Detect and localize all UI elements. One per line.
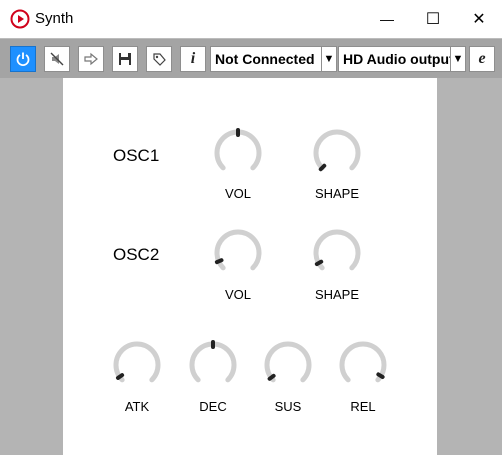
- osc2-shape-label: SHAPE: [314, 287, 360, 302]
- left-margin: [0, 78, 63, 455]
- midi-device-dropdown[interactable]: ▼: [321, 46, 337, 72]
- release-label: REL: [350, 399, 376, 414]
- knob-pointer: [318, 163, 327, 172]
- knob-pointer: [115, 373, 125, 380]
- release-knob[interactable]: [338, 340, 388, 390]
- midi-device-value: Not Connected: [215, 51, 315, 67]
- audio-device-dropdown[interactable]: ▼: [450, 46, 466, 72]
- close-button[interactable]: ✕: [456, 0, 502, 38]
- tag-icon: [153, 53, 166, 66]
- close-icon: ✕: [472, 11, 486, 28]
- save-button[interactable]: [112, 46, 138, 72]
- decay-knob[interactable]: [188, 340, 238, 390]
- osc2-shape-knob[interactable]: [312, 228, 362, 278]
- edit-icon: e: [478, 50, 486, 67]
- attack-knob[interactable]: [112, 340, 162, 390]
- toolbar: i Not Connected ▼ HD Audio output ▼ e: [0, 38, 502, 79]
- knob-track: [313, 129, 361, 171]
- chevron-down-icon: ▼: [452, 53, 464, 65]
- synth-panel: OSC1 VOL SHAPE OSC2 VOL SHAPE ATK DEC SU…: [63, 78, 437, 455]
- knob-pointer: [267, 373, 276, 381]
- import-button[interactable]: [78, 46, 104, 72]
- right-margin: [437, 78, 502, 455]
- sustain-label: SUS: [274, 399, 302, 414]
- audio-device-select[interactable]: HD Audio output: [338, 46, 452, 72]
- power-button[interactable]: [10, 46, 36, 72]
- audio-device-value: HD Audio output: [343, 51, 452, 67]
- midi-device-select[interactable]: Not Connected: [210, 46, 322, 72]
- info-button[interactable]: i: [180, 46, 206, 72]
- knob-track: [214, 229, 262, 271]
- osc1-vol-knob[interactable]: [213, 128, 263, 178]
- minimize-icon: —: [380, 11, 394, 27]
- synth-window: Synth — ☐ ✕ i Not Connected ▼ HD Audio o…: [0, 0, 502, 455]
- osc1-vol-label: VOL: [224, 186, 251, 201]
- mute-icon: [50, 52, 64, 66]
- osc2-vol-label: VOL: [224, 287, 251, 302]
- edit-button[interactable]: e: [469, 46, 495, 72]
- knob-pointer: [376, 372, 385, 380]
- window-title: Synth: [35, 10, 74, 27]
- osc2-label: OSC2: [113, 245, 160, 264]
- chevron-down-icon: ▼: [323, 53, 335, 65]
- app-logo-icon: [10, 9, 30, 29]
- osc1-shape-label: SHAPE: [314, 186, 360, 201]
- knob-pointer: [214, 258, 224, 265]
- decay-label: DEC: [199, 399, 227, 414]
- knob-track: [214, 129, 262, 171]
- sustain-knob[interactable]: [263, 340, 313, 390]
- osc2-vol-knob[interactable]: [213, 228, 263, 278]
- osc1-label: OSC1: [113, 146, 160, 165]
- maximize-icon: ☐: [425, 11, 441, 28]
- save-icon: [119, 53, 131, 65]
- info-icon: i: [190, 50, 196, 67]
- knob-pointer: [314, 259, 324, 267]
- preset-button[interactable]: [146, 46, 172, 72]
- knob-track: [189, 341, 237, 383]
- import-icon: [84, 52, 98, 66]
- power-icon: [16, 52, 30, 66]
- title-bar: Synth — ☐ ✕: [0, 0, 502, 38]
- maximize-button[interactable]: ☐: [410, 0, 456, 38]
- osc1-shape-knob[interactable]: [312, 128, 362, 178]
- attack-label: ATK: [124, 399, 150, 414]
- minimize-button[interactable]: —: [364, 0, 410, 38]
- mute-button[interactable]: [44, 46, 70, 72]
